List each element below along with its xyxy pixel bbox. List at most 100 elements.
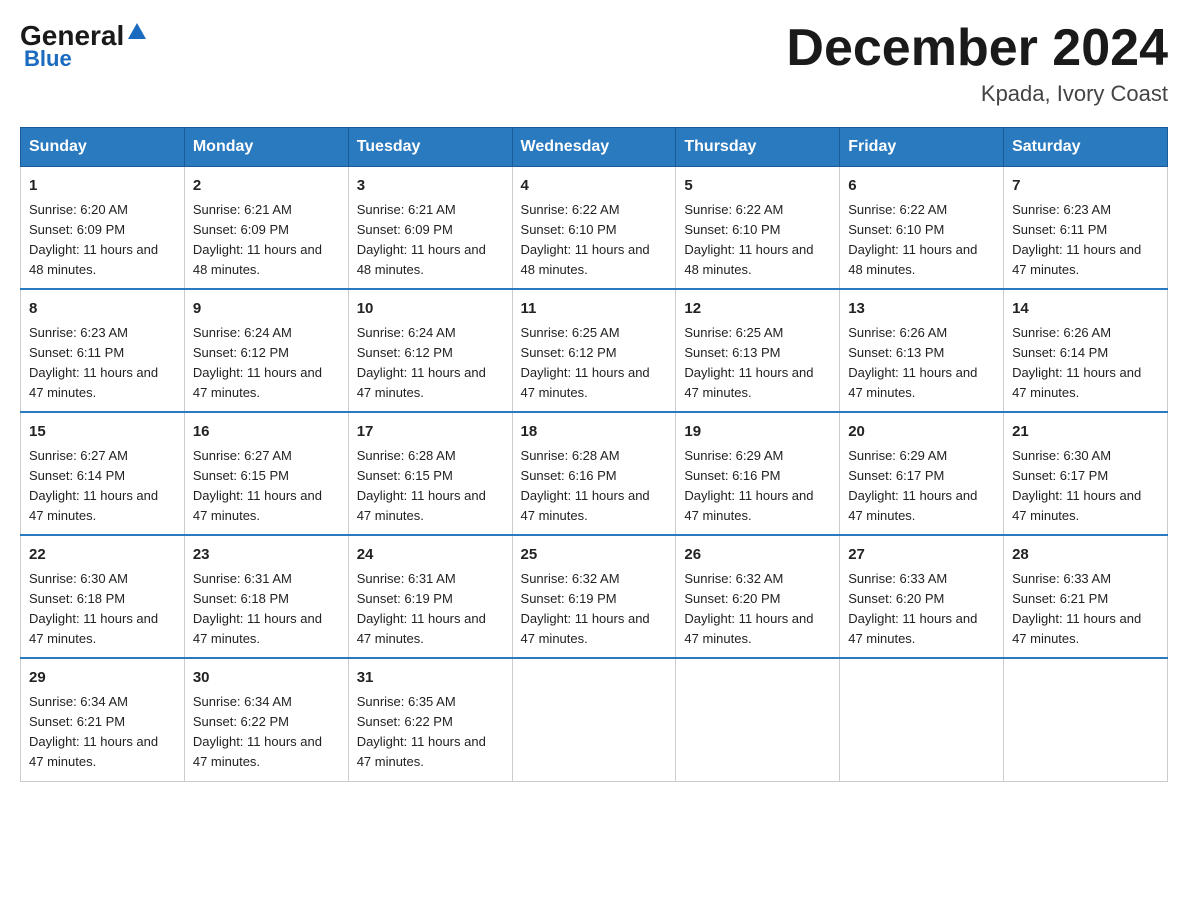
calendar-cell: 16 Sunrise: 6:27 AMSunset: 6:15 PMDayligh… — [184, 412, 348, 535]
day-info: Sunrise: 6:31 AMSunset: 6:18 PMDaylight:… — [193, 571, 322, 646]
day-number: 20 — [848, 421, 995, 444]
day-number: 19 — [684, 421, 831, 444]
calendar-cell: 26 Sunrise: 6:32 AMSunset: 6:20 PMDayligh… — [676, 535, 840, 658]
calendar-cell — [676, 658, 840, 781]
day-number: 8 — [29, 298, 176, 321]
calendar-cell: 8 Sunrise: 6:23 AMSunset: 6:11 PMDaylight… — [21, 289, 185, 412]
day-number: 14 — [1012, 298, 1159, 321]
day-info: Sunrise: 6:30 AMSunset: 6:18 PMDaylight:… — [29, 571, 158, 646]
calendar-cell: 7Sunrise: 6:23 AMSunset: 6:11 PMDaylight… — [1004, 167, 1168, 290]
day-number: 18 — [521, 421, 668, 444]
day-info: Sunrise: 6:21 AMSunset: 6:09 PMDaylight:… — [193, 202, 322, 277]
day-info: Sunrise: 6:24 AMSunset: 6:12 PMDaylight:… — [357, 325, 486, 400]
day-info: Sunrise: 6:30 AMSunset: 6:17 PMDaylight:… — [1012, 448, 1141, 523]
day-number: 16 — [193, 421, 340, 444]
day-info: Sunrise: 6:22 AMSunset: 6:10 PMDaylight:… — [848, 202, 977, 277]
day-info: Sunrise: 6:25 AMSunset: 6:13 PMDaylight:… — [684, 325, 813, 400]
day-number: 22 — [29, 544, 176, 567]
day-info: Sunrise: 6:22 AMSunset: 6:10 PMDaylight:… — [521, 202, 650, 277]
day-info: Sunrise: 6:24 AMSunset: 6:12 PMDaylight:… — [193, 325, 322, 400]
day-info: Sunrise: 6:34 AMSunset: 6:21 PMDaylight:… — [29, 694, 158, 769]
day-number: 12 — [684, 298, 831, 321]
calendar-cell: 24Sunrise: 6:31 AMSunset: 6:19 PMDayligh… — [348, 535, 512, 658]
day-number: 26 — [684, 544, 831, 567]
calendar-week-row: 22 Sunrise: 6:30 AMSunset: 6:18 PMDayligh… — [21, 535, 1168, 658]
calendar-cell: 28 Sunrise: 6:33 AMSunset: 6:21 PMDayligh… — [1004, 535, 1168, 658]
calendar-cell: 10 Sunrise: 6:24 AMSunset: 6:12 PMDayligh… — [348, 289, 512, 412]
day-info: Sunrise: 6:32 AMSunset: 6:20 PMDaylight:… — [684, 571, 813, 646]
month-title: December 2024 — [786, 20, 1168, 77]
logo: General Blue — [20, 20, 148, 72]
day-info: Sunrise: 6:23 AMSunset: 6:11 PMDaylight:… — [1012, 202, 1141, 277]
calendar-cell: 5 Sunrise: 6:22 AMSunset: 6:10 PMDaylight… — [676, 167, 840, 290]
col-monday: Monday — [184, 128, 348, 167]
day-number: 6 — [848, 175, 995, 198]
calendar-cell: 17Sunrise: 6:28 AMSunset: 6:15 PMDayligh… — [348, 412, 512, 535]
day-info: Sunrise: 6:26 AMSunset: 6:13 PMDaylight:… — [848, 325, 977, 400]
calendar-cell — [512, 658, 676, 781]
day-number: 30 — [193, 667, 340, 690]
logo-blue: Blue — [24, 46, 72, 71]
calendar-cell: 19 Sunrise: 6:29 AMSunset: 6:16 PMDayligh… — [676, 412, 840, 535]
calendar-cell: 15 Sunrise: 6:27 AMSunset: 6:14 PMDayligh… — [21, 412, 185, 535]
calendar-week-row: 15 Sunrise: 6:27 AMSunset: 6:14 PMDayligh… — [21, 412, 1168, 535]
day-number: 1 — [29, 175, 176, 198]
calendar-cell: 20Sunrise: 6:29 AMSunset: 6:17 PMDayligh… — [840, 412, 1004, 535]
day-info: Sunrise: 6:29 AMSunset: 6:16 PMDaylight:… — [684, 448, 813, 523]
calendar-week-row: 29 Sunrise: 6:34 AMSunset: 6:21 PMDayligh… — [21, 658, 1168, 781]
day-number: 5 — [684, 175, 831, 198]
day-number: 10 — [357, 298, 504, 321]
calendar-week-row: 8 Sunrise: 6:23 AMSunset: 6:11 PMDaylight… — [21, 289, 1168, 412]
calendar-cell — [840, 658, 1004, 781]
day-number: 29 — [29, 667, 176, 690]
calendar-cell: 9Sunrise: 6:24 AMSunset: 6:12 PMDaylight… — [184, 289, 348, 412]
day-number: 21 — [1012, 421, 1159, 444]
calendar-week-row: 1Sunrise: 6:20 AMSunset: 6:09 PMDaylight… — [21, 167, 1168, 290]
calendar-cell: 29 Sunrise: 6:34 AMSunset: 6:21 PMDayligh… — [21, 658, 185, 781]
day-info: Sunrise: 6:21 AMSunset: 6:09 PMDaylight:… — [357, 202, 486, 277]
calendar-cell: 1Sunrise: 6:20 AMSunset: 6:09 PMDaylight… — [21, 167, 185, 290]
col-friday: Friday — [840, 128, 1004, 167]
calendar-cell: 23 Sunrise: 6:31 AMSunset: 6:18 PMDayligh… — [184, 535, 348, 658]
calendar-cell: 31Sunrise: 6:35 AMSunset: 6:22 PMDayligh… — [348, 658, 512, 781]
day-number: 24 — [357, 544, 504, 567]
calendar-cell: 18Sunrise: 6:28 AMSunset: 6:16 PMDayligh… — [512, 412, 676, 535]
day-number: 17 — [357, 421, 504, 444]
day-number: 28 — [1012, 544, 1159, 567]
calendar-cell: 30 Sunrise: 6:34 AMSunset: 6:22 PMDayligh… — [184, 658, 348, 781]
calendar-cell: 22 Sunrise: 6:30 AMSunset: 6:18 PMDayligh… — [21, 535, 185, 658]
day-info: Sunrise: 6:27 AMSunset: 6:14 PMDaylight:… — [29, 448, 158, 523]
col-saturday: Saturday — [1004, 128, 1168, 167]
day-number: 13 — [848, 298, 995, 321]
day-number: 27 — [848, 544, 995, 567]
location: Kpada, Ivory Coast — [786, 81, 1168, 107]
title-block: December 2024 Kpada, Ivory Coast — [786, 20, 1168, 107]
day-info: Sunrise: 6:33 AMSunset: 6:20 PMDaylight:… — [848, 571, 977, 646]
day-number: 2 — [193, 175, 340, 198]
day-number: 31 — [357, 667, 504, 690]
day-info: Sunrise: 6:34 AMSunset: 6:22 PMDaylight:… — [193, 694, 322, 769]
day-info: Sunrise: 6:32 AMSunset: 6:19 PMDaylight:… — [521, 571, 650, 646]
day-info: Sunrise: 6:23 AMSunset: 6:11 PMDaylight:… — [29, 325, 158, 400]
day-number: 25 — [521, 544, 668, 567]
day-info: Sunrise: 6:26 AMSunset: 6:14 PMDaylight:… — [1012, 325, 1141, 400]
calendar-cell: 12 Sunrise: 6:25 AMSunset: 6:13 PMDayligh… — [676, 289, 840, 412]
day-info: Sunrise: 6:25 AMSunset: 6:12 PMDaylight:… — [521, 325, 650, 400]
calendar-cell: 4 Sunrise: 6:22 AMSunset: 6:10 PMDaylight… — [512, 167, 676, 290]
calendar-cell: 14 Sunrise: 6:26 AMSunset: 6:14 PMDayligh… — [1004, 289, 1168, 412]
calendar-cell — [1004, 658, 1168, 781]
day-info: Sunrise: 6:33 AMSunset: 6:21 PMDaylight:… — [1012, 571, 1141, 646]
col-wednesday: Wednesday — [512, 128, 676, 167]
calendar-table: Sunday Monday Tuesday Wednesday Thursday… — [20, 127, 1168, 781]
calendar-cell: 25 Sunrise: 6:32 AMSunset: 6:19 PMDayligh… — [512, 535, 676, 658]
calendar-cell: 13 Sunrise: 6:26 AMSunset: 6:13 PMDayligh… — [840, 289, 1004, 412]
col-tuesday: Tuesday — [348, 128, 512, 167]
day-number: 23 — [193, 544, 340, 567]
calendar-cell: 21 Sunrise: 6:30 AMSunset: 6:17 PMDayligh… — [1004, 412, 1168, 535]
calendar-header-row: Sunday Monday Tuesday Wednesday Thursday… — [21, 128, 1168, 167]
day-info: Sunrise: 6:27 AMSunset: 6:15 PMDaylight:… — [193, 448, 322, 523]
day-number: 15 — [29, 421, 176, 444]
day-info: Sunrise: 6:22 AMSunset: 6:10 PMDaylight:… — [684, 202, 813, 277]
day-number: 4 — [521, 175, 668, 198]
day-number: 11 — [521, 298, 668, 321]
